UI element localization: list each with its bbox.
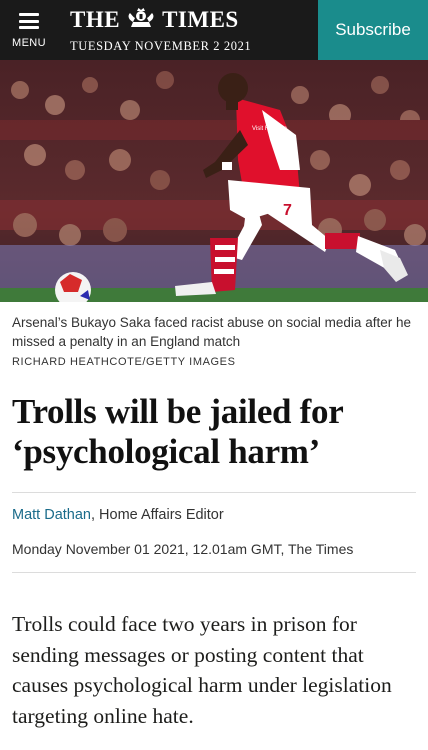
logo-word-times: TIMES bbox=[162, 7, 239, 32]
logo-word-the: THE bbox=[70, 7, 121, 32]
image-credit: RICHARD HEATHCOTE/GETTY IMAGES bbox=[12, 356, 236, 368]
article-body-paragraph: Trolls could face two years in prison fo… bbox=[12, 612, 392, 728]
the-times-logo[interactable]: THE TIMES bbox=[70, 7, 318, 33]
byline: Matt Dathan, Home Affairs Editor bbox=[12, 507, 224, 523]
article-headline: Trolls will be jailed for ‘psychological… bbox=[12, 392, 343, 471]
edition-date: TUESDAY NOVEMBER 2 2021 bbox=[70, 38, 252, 53]
author-role: , Home Affairs Editor bbox=[91, 507, 224, 523]
hamburger-menu-icon bbox=[19, 13, 39, 29]
site-header: MENU THE TIMES TUESDAY NOVEMBER 2 2021 S… bbox=[0, 0, 428, 60]
image-caption: Arsenal’s Bukayo Saka faced racist abuse… bbox=[12, 315, 411, 349]
royal-crest-icon bbox=[123, 7, 159, 33]
masthead[interactable]: THE TIMES TUESDAY NOVEMBER 2 2021 bbox=[58, 0, 318, 60]
shirt-sponsor: Visit Rwanda bbox=[252, 126, 288, 132]
divider bbox=[12, 492, 416, 493]
author-link[interactable]: Matt Dathan bbox=[12, 507, 91, 523]
menu-button[interactable]: MENU bbox=[0, 0, 58, 60]
menu-label: MENU bbox=[12, 37, 46, 49]
divider bbox=[12, 572, 416, 573]
hero-image: 7 Visit Rwanda bbox=[0, 60, 428, 302]
shirt-number: 7 bbox=[283, 202, 292, 219]
publish-dateline: Monday November 01 2021, 12.01am GMT, Th… bbox=[12, 541, 354, 557]
subscribe-button[interactable]: Subscribe bbox=[318, 0, 428, 60]
